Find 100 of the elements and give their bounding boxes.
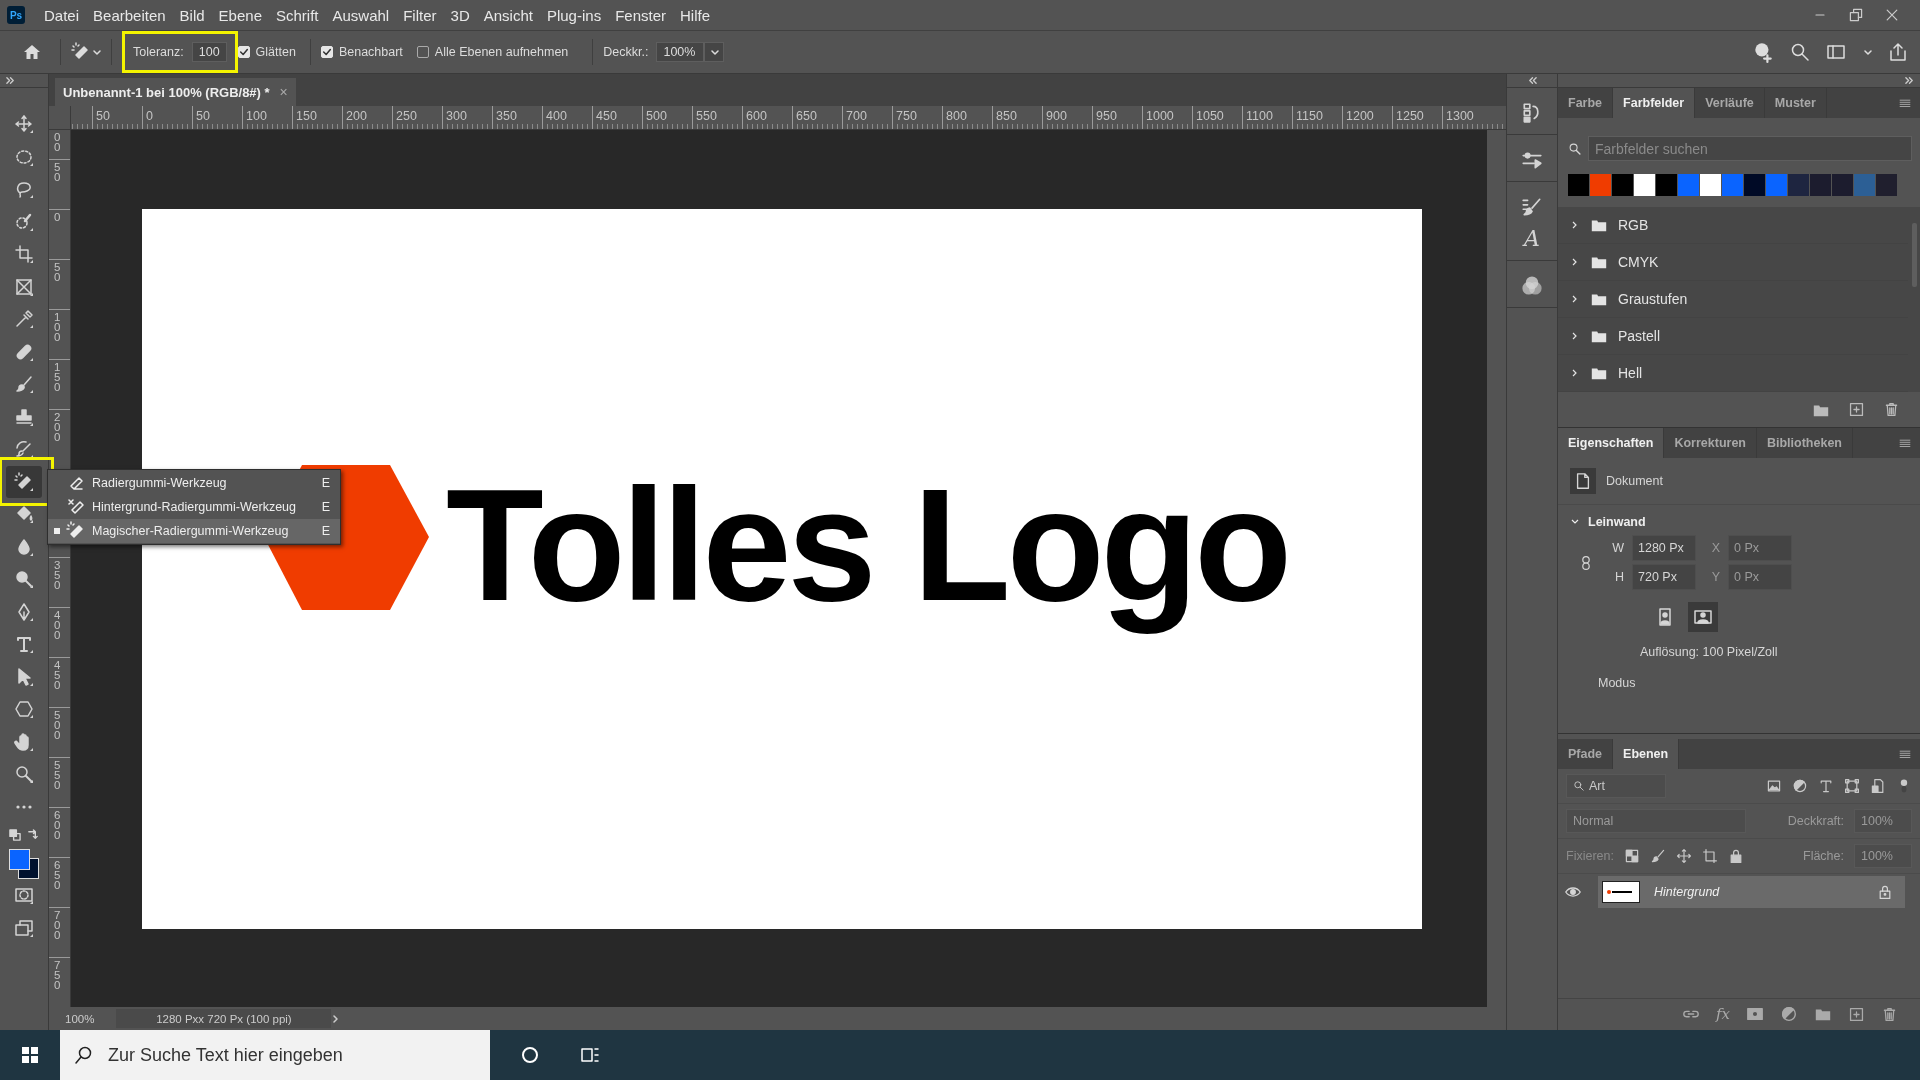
color-swatch[interactable] (1766, 174, 1787, 196)
dimension-field[interactable]: 720 Px (1632, 564, 1696, 590)
dimension-field[interactable]: 1280 Px (1632, 535, 1696, 561)
swatch-group-label[interactable]: Hell (1618, 365, 1643, 381)
menu-item[interactable]: Filter (396, 6, 444, 24)
close-icon[interactable] (1884, 7, 1900, 23)
color-swatch[interactable] (1722, 174, 1743, 196)
panel-tab[interactable]: Eigenschaften (1558, 428, 1665, 458)
color-swatches-drawing[interactable] (9, 849, 39, 879)
swap-colors-icon[interactable] (27, 829, 39, 841)
layer-name[interactable]: Hintergrund (1654, 885, 1863, 899)
color-swatch[interactable] (1568, 174, 1589, 196)
menu-item[interactable]: Hilfe (673, 6, 717, 24)
adjustment-filter-icon[interactable] (1792, 778, 1808, 794)
tolerance-field[interactable]: 100 (191, 42, 227, 62)
panel-tab[interactable]: Verläufe (1695, 88, 1765, 118)
lock-icon[interactable] (1877, 884, 1893, 900)
tab-close-button[interactable]: × (279, 84, 288, 100)
brush-settings-icon[interactable] (1521, 196, 1543, 218)
windows-icon[interactable] (20, 1045, 40, 1065)
brush-icon[interactable] (1649, 848, 1666, 864)
section-title[interactable]: Leinwand (1588, 515, 1646, 529)
menu-item[interactable]: Ansicht (476, 6, 540, 24)
caret-icon[interactable] (1862, 47, 1872, 57)
flyout-menu-item[interactable]: Magischer-Radiergummi-Werkzeug E (48, 519, 340, 543)
swatch-group-label[interactable]: CMYK (1618, 254, 1659, 270)
new-icon[interactable] (1848, 401, 1865, 418)
color-swatch[interactable] (1810, 174, 1831, 196)
panel-tab[interactable]: Korrekturen (1664, 428, 1757, 458)
menu-item[interactable]: 3D (443, 6, 477, 24)
image-filter-icon[interactable] (1766, 778, 1782, 794)
adjustment-icon[interactable] (1780, 1005, 1798, 1023)
trash-icon[interactable] (1883, 401, 1900, 418)
shape-filter-icon[interactable] (1844, 778, 1860, 794)
color-swatch[interactable] (1832, 174, 1853, 196)
expand-icon[interactable] (6, 76, 15, 85)
document-tab[interactable]: Unbenannt-1 bei 100% (RGB/8#) * × (55, 78, 296, 106)
color-swatch[interactable] (1612, 174, 1633, 196)
panel-tab[interactable]: Bibliotheken (1757, 428, 1853, 458)
user-add-icon[interactable] (1752, 41, 1774, 63)
menu-item[interactable]: Fenster (608, 6, 673, 24)
panel-tab[interactable]: Muster (1764, 88, 1827, 118)
color-swatch[interactable] (1788, 174, 1809, 196)
flyout-menu-item[interactable]: Hintergrund-Radiergummi-Werkzeug E (48, 495, 340, 519)
panel-tab[interactable]: Farbfelder (1613, 88, 1696, 118)
mask-icon[interactable] (1746, 1005, 1764, 1023)
cortana-icon[interactable] (520, 1045, 540, 1065)
task-view-icon[interactable] (580, 1045, 600, 1065)
lock-transparency-icon[interactable] (1623, 848, 1640, 864)
home-icon[interactable] (22, 42, 42, 62)
checkbox[interactable] (416, 46, 429, 58)
color-swatch[interactable] (1700, 174, 1721, 196)
ruler-label: 650 (54, 860, 61, 890)
search-field[interactable]: Farbfelder suchen (1588, 136, 1912, 161)
color-swatch[interactable] (1656, 174, 1677, 196)
collapse-icon[interactable] (1527, 76, 1537, 85)
menu-item[interactable]: Datei (37, 6, 87, 24)
swatch-group-label[interactable]: RGB (1618, 217, 1649, 233)
caret-icon[interactable] (91, 47, 101, 57)
artboard-icon[interactable] (1701, 848, 1718, 864)
move-icon[interactable] (1675, 848, 1692, 864)
zoom-level[interactable]: 100% (65, 1012, 95, 1025)
menu-item[interactable]: Bild (172, 6, 212, 24)
layer-row[interactable]: Hintergrund (1598, 876, 1905, 908)
trash-icon[interactable] (1881, 1005, 1898, 1023)
document-info[interactable]: 1280 Pxx 720 Px (100 ppi) (116, 1009, 332, 1028)
flyout-menu-item[interactable]: Radiergummi-Werkzeug E (48, 471, 340, 495)
menu-item[interactable]: Bearbeiten (86, 6, 173, 24)
color-swatch[interactable] (1634, 174, 1655, 196)
color-swatch[interactable] (1744, 174, 1765, 196)
opacity-dropdown[interactable] (704, 42, 725, 62)
swatch-group-label[interactable]: Pastell (1618, 328, 1661, 344)
smart-object-filter-icon[interactable] (1870, 778, 1886, 794)
menu-item[interactable]: Ebene (211, 6, 269, 24)
glyphs-button[interactable]: A (1524, 228, 1540, 250)
opacity-field[interactable]: 100% (656, 42, 705, 62)
swatch-group-label[interactable]: Graustufen (1618, 291, 1688, 307)
tool-button[interactable] (6, 465, 42, 498)
color-swatch[interactable] (1678, 174, 1699, 196)
ruler-label: 0 (54, 212, 61, 222)
effects-button[interactable]: fx (1716, 1005, 1730, 1023)
color-swatch[interactable] (1854, 174, 1875, 196)
search-icon[interactable] (1790, 42, 1810, 62)
workspace-icon[interactable] (1826, 42, 1846, 62)
type-filter-icon[interactable] (1818, 778, 1834, 794)
channels-icon[interactable] (1521, 275, 1543, 297)
menu-item[interactable]: Auswahl (325, 6, 397, 24)
filter-dropdown[interactable]: Art (1566, 774, 1666, 798)
color-swatch[interactable] (1876, 174, 1897, 196)
taskbar-search-field[interactable]: Zur Suche Text hier eingeben (60, 1030, 490, 1080)
restore-icon[interactable] (1848, 7, 1864, 23)
orientation-button[interactable] (1688, 602, 1718, 632)
expand-icon[interactable] (1905, 76, 1914, 85)
menu-item[interactable]: Schrift (269, 6, 326, 24)
default-colors-icon[interactable] (9, 829, 21, 841)
menu-item[interactable]: Plug-ins (539, 6, 609, 24)
panel-tab[interactable]: Ebenen (1613, 739, 1680, 769)
color-swatch[interactable] (1590, 174, 1611, 196)
share-icon[interactable] (1888, 42, 1908, 62)
new-layer-icon[interactable] (1848, 1005, 1865, 1023)
